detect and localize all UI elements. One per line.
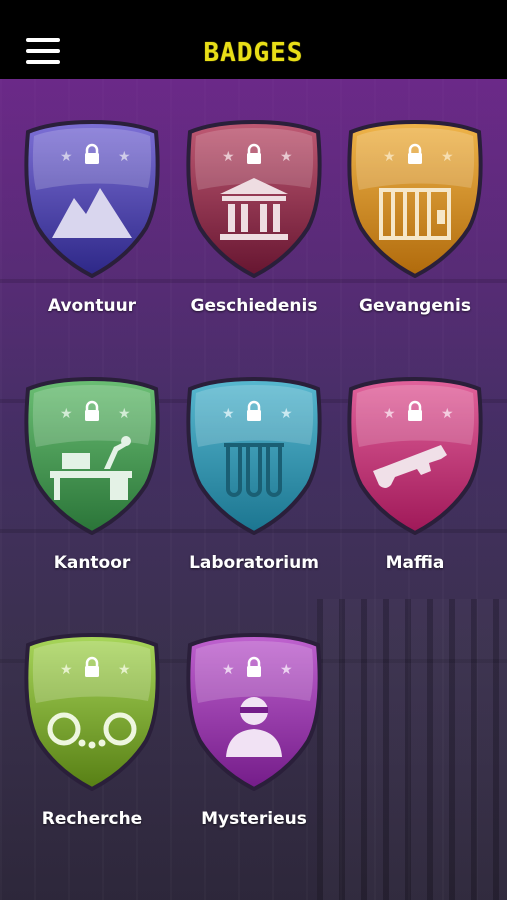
- shield-badge: ★ ★: [186, 119, 322, 278]
- badge-mysterieus[interactable]: ★ ★ Mysterieus: [184, 631, 324, 829]
- svg-text:★: ★: [118, 406, 131, 422]
- badge-laboratorium[interactable]: ★ ★ Laboratorium: [184, 375, 324, 573]
- badge-label: Kantoor: [53, 553, 131, 573]
- svg-text:★: ★: [118, 149, 131, 165]
- shield-badge: ★ ★: [186, 632, 322, 791]
- shield-badge: ★ ★: [186, 376, 322, 535]
- badge-label: Avontuur: [47, 296, 137, 316]
- badge-recherche[interactable]: ★ ★ Recherche: [22, 631, 162, 829]
- badge-label: Maffia: [385, 553, 445, 573]
- svg-text:★: ★: [441, 406, 454, 422]
- shield-badge: ★ ★: [24, 119, 160, 278]
- app-header: BADGES: [0, 0, 507, 79]
- svg-text:★: ★: [60, 406, 73, 422]
- badge-kantoor[interactable]: ★ ★ Kantoor: [22, 375, 162, 573]
- badge-label: Laboratorium: [189, 553, 319, 573]
- svg-text:★: ★: [280, 149, 293, 165]
- page-title: BADGES: [203, 38, 304, 68]
- shield-badge: ★ ★: [347, 119, 483, 278]
- badge-geschiedenis[interactable]: ★ ★ Geschiedenis: [184, 118, 324, 316]
- svg-text:★: ★: [118, 662, 131, 678]
- svg-text:★: ★: [222, 149, 235, 165]
- svg-text:★: ★: [280, 406, 293, 422]
- svg-text:★: ★: [280, 662, 293, 678]
- svg-text:★: ★: [60, 662, 73, 678]
- svg-text:★: ★: [383, 406, 396, 422]
- svg-text:★: ★: [441, 149, 454, 165]
- badge-label: Mysterieus: [201, 809, 307, 829]
- svg-text:★: ★: [222, 662, 235, 678]
- svg-text:★: ★: [383, 149, 396, 165]
- badge-label: Gevangenis: [359, 296, 471, 316]
- badge-label: Recherche: [41, 809, 143, 829]
- badge-gevangenis[interactable]: ★ ★ Gevangenis: [345, 118, 485, 316]
- shield-badge: ★ ★: [347, 376, 483, 535]
- svg-text:★: ★: [60, 149, 73, 165]
- svg-text:★: ★: [222, 406, 235, 422]
- badge-label: Geschiedenis: [190, 296, 318, 316]
- shield-badge: ★ ★: [24, 632, 160, 791]
- shield-badge: ★ ★: [24, 376, 160, 535]
- badge-maffia[interactable]: ★ ★ Maffia: [345, 375, 485, 573]
- badge-avontuur[interactable]: ★ ★ Avontuur: [22, 118, 162, 316]
